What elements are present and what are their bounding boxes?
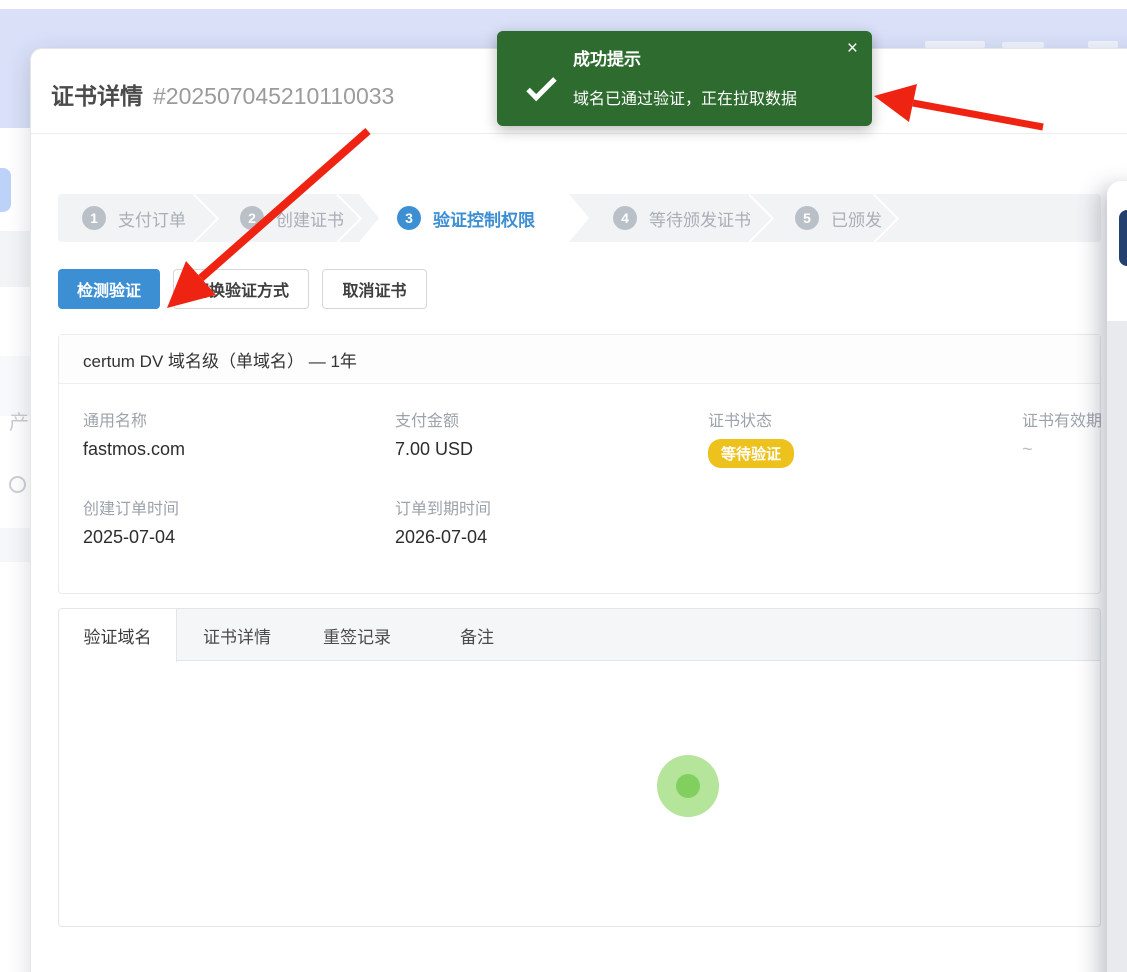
tab-remark[interactable]: 备注: [417, 609, 537, 661]
step-label: 等待颁发证书: [649, 206, 751, 231]
stepper-filler: [896, 194, 1101, 242]
field-value-pay-amount: 7.00 USD: [395, 439, 473, 460]
success-toast: 成功提示 域名已通过验证，正在拉取数据 ×: [497, 31, 872, 126]
modal-title-row: 证书详情 #202507045210110033: [51, 77, 394, 111]
loading-spinner: [657, 755, 719, 817]
status-badge: 等待验证: [708, 439, 794, 468]
modal-title: 证书详情: [51, 83, 143, 109]
step-pay-order: 1 支付订单: [58, 194, 216, 242]
toast-message: 域名已通过验证，正在拉取数据: [573, 85, 797, 109]
step-number-badge: 3: [397, 206, 421, 230]
tab-resign-record[interactable]: 重签记录: [297, 609, 417, 661]
certificate-detail-modal: 证书详情 #202507045210110033 1 支付订单 2 创建证书 3 …: [30, 48, 1127, 972]
checkmark-icon: [526, 71, 556, 101]
loading-spinner-dot: [676, 774, 700, 798]
circle-icon: [9, 476, 26, 493]
drawer-navy-button[interactable]: [1119, 210, 1127, 266]
tab-cert-detail[interactable]: 证书详情: [177, 609, 297, 661]
step-number-badge: 1: [82, 206, 106, 230]
field-value-order-expire: 2026-07-04: [395, 527, 487, 548]
order-number: #202507045210110033: [153, 83, 394, 109]
cancel-certificate-button[interactable]: 取消证书: [322, 269, 427, 309]
background-text-fragment: [1088, 41, 1118, 48]
step-label: 验证控制权限: [433, 206, 535, 231]
sidebar-selected-item: [0, 168, 11, 212]
field-value-order-created: 2025-07-04: [83, 527, 175, 548]
background-row: [0, 231, 30, 287]
toast-title: 成功提示: [573, 45, 641, 70]
field-label-order-expire: 订单到期时间: [395, 495, 491, 519]
step-label: 创建证书: [276, 206, 344, 231]
side-drawer-panel: [1107, 181, 1127, 972]
progress-stepper: 1 支付订单 2 创建证书 3 验证控制权限 4 等待颁发证书 5 已颁发: [58, 194, 1101, 242]
tab-verify-domain[interactable]: 验证域名: [59, 609, 177, 662]
step-number-badge: 4: [613, 206, 637, 230]
field-label-pay-amount: 支付金额: [395, 407, 459, 431]
drawer-content-area: [1107, 321, 1127, 972]
step-create-cert: 2 创建证书: [216, 194, 359, 242]
field-label-common-name: 通用名称: [83, 407, 147, 431]
step-wait-issue: 4 等待颁发证书: [589, 194, 771, 242]
check-validation-button[interactable]: 检测验证: [58, 269, 160, 309]
step-label: 已颁发: [831, 206, 882, 231]
field-value-cert-validity: ~: [1022, 439, 1033, 460]
detail-tabs-box: 验证域名 证书详情 重签记录 备注: [58, 608, 1101, 927]
field-label-order-created: 创建订单时间: [83, 495, 179, 519]
close-icon[interactable]: ×: [847, 39, 858, 58]
background-partial-text: 产: [9, 406, 29, 435]
background-row: [0, 528, 30, 562]
certificate-info-card: certum DV 域名级（单域名） — 1年 通用名称 fastmos.com…: [58, 334, 1101, 594]
switch-validation-method-button[interactable]: 切换验证方式: [173, 269, 309, 309]
step-number-badge: 5: [795, 206, 819, 230]
background-text-fragment: [925, 41, 985, 48]
screen: 产 证书详情 #202507045210110033 1 支付订单 2 创建证书 …: [0, 0, 1127, 972]
field-label-cert-validity: 证书有效期: [1022, 407, 1102, 431]
field-value-common-name: fastmos.com: [83, 439, 185, 460]
step-number-badge: 2: [240, 206, 264, 230]
step-label: 支付订单: [118, 206, 186, 231]
tab-bar: 验证域名 证书详情 重签记录 备注: [59, 609, 1100, 661]
step-issued: 5 已颁发: [771, 194, 896, 242]
product-name: certum DV 域名级（单域名） — 1年: [59, 335, 1100, 384]
background-page-edge: 产: [0, 128, 30, 972]
step-verify-control: 3 验证控制权限: [359, 194, 589, 242]
field-label-cert-status: 证书状态: [708, 407, 772, 431]
